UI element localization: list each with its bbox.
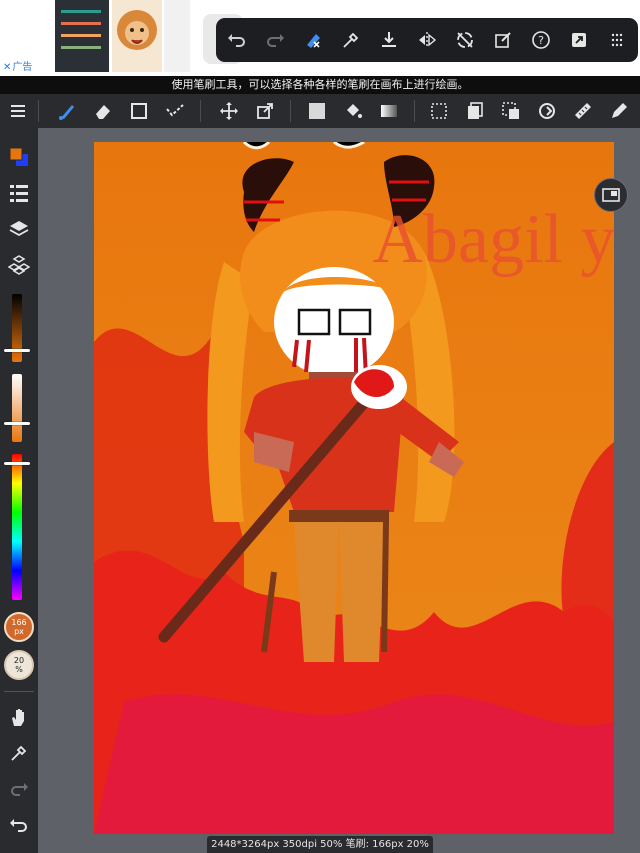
panel-divider bbox=[4, 691, 34, 692]
ad-close-button[interactable]: ✕广告 bbox=[3, 62, 32, 74]
undo-icon[interactable] bbox=[224, 27, 250, 53]
ad-label: 广告 bbox=[12, 62, 33, 73]
ruler-icon[interactable] bbox=[570, 98, 596, 124]
ad-image-app-screenshot bbox=[55, 0, 109, 72]
gradient-icon[interactable] bbox=[376, 98, 402, 124]
selection-icon[interactable] bbox=[426, 98, 452, 124]
lasso-rotate-icon[interactable] bbox=[534, 98, 560, 124]
flip-horizontal-icon[interactable] bbox=[414, 27, 440, 53]
materials-icon[interactable] bbox=[6, 252, 32, 278]
shape-icon[interactable] bbox=[126, 98, 152, 124]
toolbar-divider bbox=[38, 100, 39, 122]
drawing-canvas[interactable]: Abagil y bbox=[94, 142, 614, 834]
eyedropper-icon[interactable] bbox=[338, 27, 364, 53]
navigator-toggle-button[interactable] bbox=[594, 178, 628, 212]
transform-select-icon[interactable] bbox=[490, 27, 516, 53]
opacity-button[interactable]: 20 % bbox=[4, 650, 34, 680]
saturation-knob[interactable] bbox=[4, 421, 30, 425]
color-swatch-button[interactable] bbox=[6, 144, 32, 170]
layers-icon[interactable] bbox=[6, 216, 32, 242]
main-toolbar bbox=[0, 94, 640, 128]
left-panel: 166 px 20 % bbox=[0, 128, 38, 853]
brightness-slider[interactable] bbox=[4, 294, 30, 362]
ad-image-lion bbox=[112, 0, 162, 72]
redo-icon[interactable] bbox=[6, 776, 32, 802]
brightness-knob[interactable] bbox=[4, 348, 30, 352]
ad-image-sketch bbox=[164, 0, 190, 72]
eyedropper-icon[interactable] bbox=[6, 740, 32, 766]
navigator-icon bbox=[602, 188, 620, 202]
clear-layer-icon[interactable] bbox=[300, 27, 326, 53]
saturation-slider[interactable] bbox=[4, 374, 30, 442]
signature-text: Abagil y bbox=[372, 201, 614, 278]
toolbar-divider bbox=[290, 100, 291, 122]
import-icon[interactable] bbox=[376, 27, 402, 53]
help-icon[interactable]: ? bbox=[528, 27, 554, 53]
fill-color-icon[interactable] bbox=[304, 98, 330, 124]
close-icon: ✕ bbox=[3, 62, 12, 73]
copy-layer-icon[interactable] bbox=[462, 98, 488, 124]
select-area-icon[interactable] bbox=[498, 98, 524, 124]
share-icon[interactable] bbox=[566, 27, 592, 53]
hint-bar: 使用笔刷工具，可以选择各种各样的笔刷在画布上进行绘画。 bbox=[0, 76, 640, 94]
pen-icon[interactable] bbox=[606, 98, 632, 124]
brush-size-value: 166 bbox=[11, 618, 27, 627]
select-brush-icon[interactable] bbox=[162, 98, 188, 124]
status-bar: 2448*3264px 350dpi 50% 笔刷: 166px 20% bbox=[207, 836, 433, 853]
brush-list-icon[interactable] bbox=[6, 180, 32, 206]
svg-text:?: ? bbox=[538, 34, 544, 47]
eraser-icon[interactable] bbox=[90, 98, 116, 124]
opacity-unit: % bbox=[15, 665, 23, 674]
menu-icon[interactable] bbox=[5, 98, 31, 124]
toolbar-divider bbox=[414, 100, 415, 122]
bucket-icon[interactable] bbox=[340, 98, 366, 124]
move-icon[interactable] bbox=[216, 98, 242, 124]
grid-menu-icon[interactable] bbox=[604, 27, 630, 53]
hue-slider[interactable] bbox=[4, 454, 30, 600]
brush-size-unit: px bbox=[14, 627, 24, 636]
rotate-lock-icon[interactable] bbox=[452, 27, 478, 53]
undo-icon[interactable] bbox=[6, 812, 32, 838]
brush-icon[interactable] bbox=[54, 98, 80, 124]
toolbar-divider bbox=[200, 100, 201, 122]
brush-size-button[interactable]: 166 px bbox=[4, 612, 34, 642]
quick-toolbar: ? bbox=[216, 18, 638, 62]
hand-icon[interactable] bbox=[6, 704, 32, 730]
hue-knob[interactable] bbox=[4, 461, 30, 465]
redo-icon[interactable] bbox=[262, 27, 288, 53]
transform-icon[interactable] bbox=[252, 98, 278, 124]
opacity-value: 20 bbox=[13, 656, 25, 665]
